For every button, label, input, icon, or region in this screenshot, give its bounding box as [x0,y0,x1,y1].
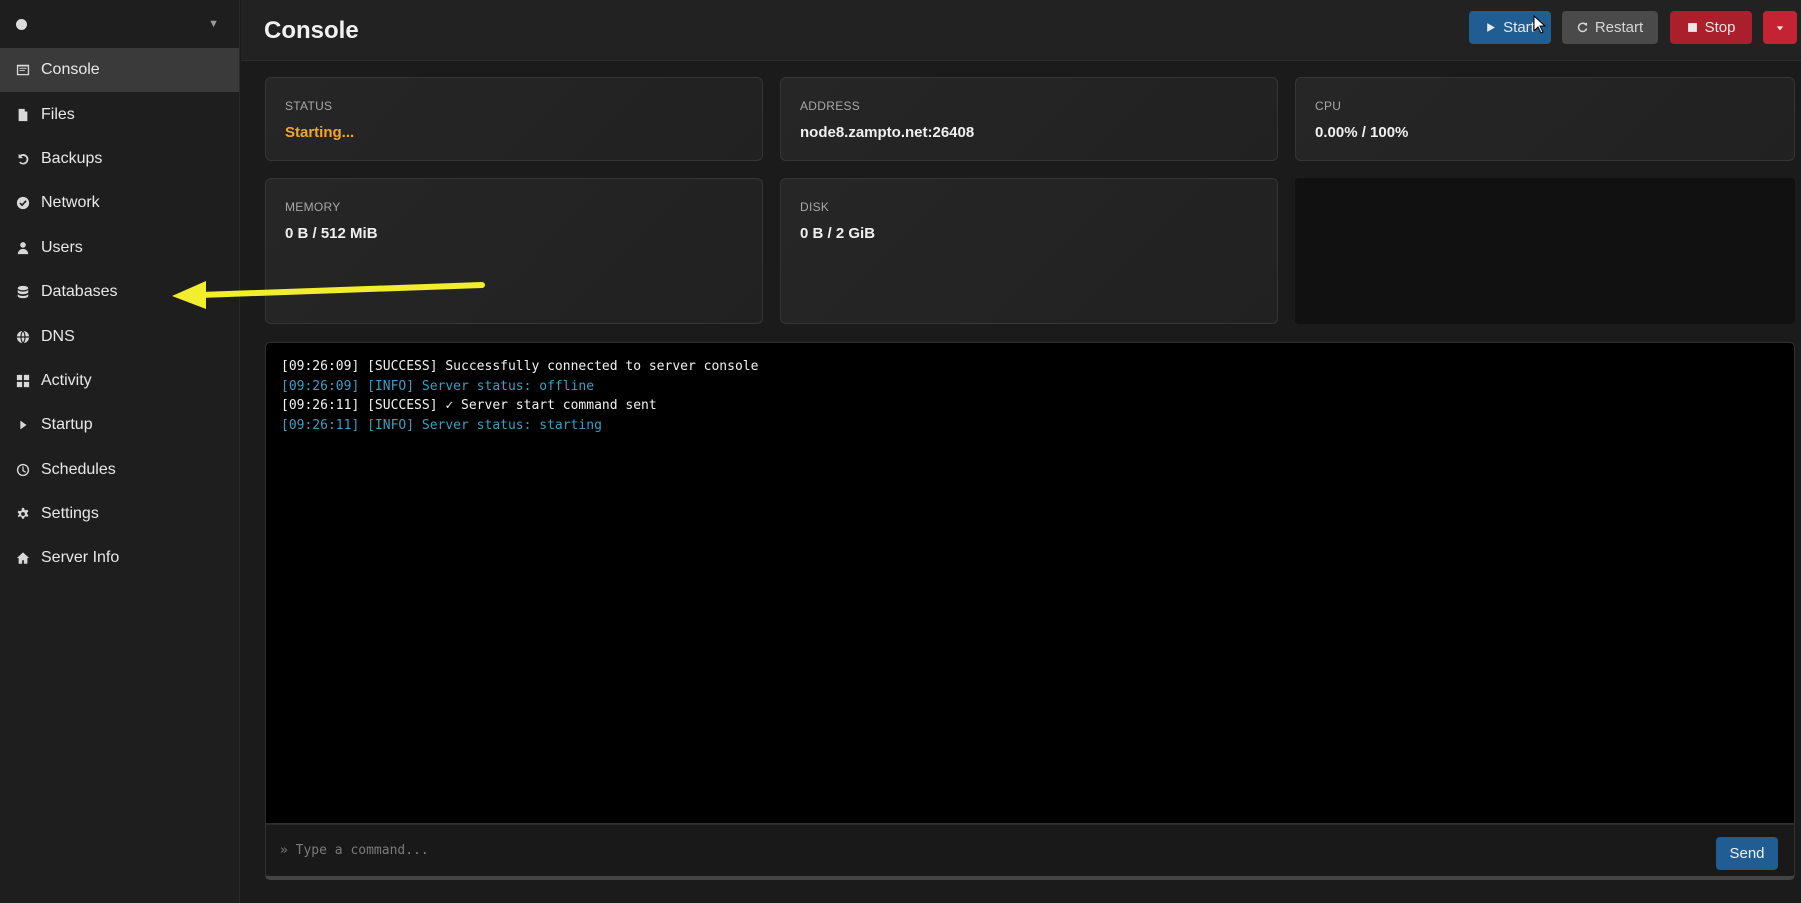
database-icon [15,284,31,300]
disk-card: DISK 0 B / 2 GiB [780,178,1278,324]
file-icon [15,107,31,123]
sidebar-item-backups[interactable]: Backups [0,137,239,181]
sidebar-item-files[interactable]: Files [0,92,239,136]
disk-value: 0 B / 2 GiB [800,225,876,242]
sidebar-item-network[interactable]: Network [0,181,239,225]
header: Console Start Restart Stop [241,0,1801,61]
send-button[interactable]: Send [1716,837,1778,870]
console-line: [09:26:09] [INFO] Server status: offline [281,378,595,394]
sidebar-item-dns[interactable]: DNS [0,314,239,358]
console-output[interactable]: [09:26:09] [SUCCESS] Successfully connec… [265,342,1795,824]
caret-down-icon [1776,25,1784,30]
sidebar-item-label: Server Info [41,549,120,567]
annotation-arrow-icon [172,281,485,309]
undo-icon [15,151,31,167]
play-icon [15,417,31,433]
page-title: Console [264,17,359,44]
empty-stat-panel [1295,178,1795,324]
sidebar-item-label: Settings [41,505,99,523]
cpu-label: CPU [1315,99,1342,113]
sidebar-item-label: DNS [41,327,75,345]
console-line: [09:26:11] [INFO] Server status: startin… [281,417,602,433]
status-label: STATUS [285,99,333,113]
gear-icon [15,506,31,522]
sidebar-item-label: Databases [41,283,118,301]
caret-down-icon: ▼ [208,18,219,30]
sidebar-item-label: Console [41,61,100,79]
command-input[interactable] [280,843,1580,858]
sidebar-item-server-info[interactable]: Server Info [0,536,239,580]
stop-icon [1687,23,1697,32]
sidebar-item-label: Startup [41,416,93,434]
cpu-card: CPU 0.00% / 100% [1295,77,1795,161]
console-line: [09:26:11] [SUCCESS] ✓ Server start comm… [281,398,657,413]
sidebar-item-startup[interactable]: Startup [0,403,239,447]
status-value: Starting... [285,124,355,141]
restart-button-label: Restart [1594,19,1644,36]
console-line: [09:26:09] [SUCCESS] Successfully connec… [281,359,759,374]
address-value[interactable]: node8.zampto.net:26408 [800,124,974,141]
clock-icon [15,462,31,478]
sidebar-item-label: Activity [41,371,92,389]
sidebar-item-label: Network [41,194,100,212]
address-label: ADDRESS [800,99,861,113]
sidebar-item-schedules[interactable]: Schedules [0,448,239,492]
memory-value: 0 B / 512 MiB [285,225,378,242]
sidebar-item-label: Backups [41,149,103,167]
refresh-icon [1577,22,1588,33]
stop-button[interactable]: Stop [1670,11,1752,44]
power-options-dropdown-button[interactable] [1763,11,1797,44]
check-circle-icon [15,195,31,211]
command-bar: Send [265,824,1795,880]
sidebar-item-label: Files [41,105,75,123]
memory-label: MEMORY [285,200,341,214]
sidebar-item-label: Schedules [41,460,116,478]
sidebar-item-users[interactable]: Users [0,226,239,270]
stop-button-label: Stop [1704,19,1736,36]
sidebar-item-label: Users [41,238,83,256]
server-selector[interactable]: ▼ [0,0,239,48]
sidebar: ▼ Console Files Backups Network Users Da… [0,0,240,903]
home-icon [15,550,31,566]
grid-icon [15,373,31,389]
globe-icon [15,329,31,345]
address-card: ADDRESS node8.zampto.net:26408 [780,77,1278,161]
sidebar-item-activity[interactable]: Activity [0,359,239,403]
status-card: STATUS Starting... [265,77,763,161]
play-icon [1487,23,1496,32]
mouse-cursor-icon [1533,15,1547,34]
sidebar-item-settings[interactable]: Settings [0,492,239,536]
server-avatar [16,18,27,30]
disk-label: DISK [800,200,830,214]
restart-button[interactable]: Restart [1562,11,1658,44]
sidebar-item-console[interactable]: Console [0,48,239,93]
start-button-label: Start [1503,19,1535,36]
console-icon [15,62,31,78]
cpu-value: 0.00% / 100% [1315,124,1409,141]
user-icon [15,240,31,256]
